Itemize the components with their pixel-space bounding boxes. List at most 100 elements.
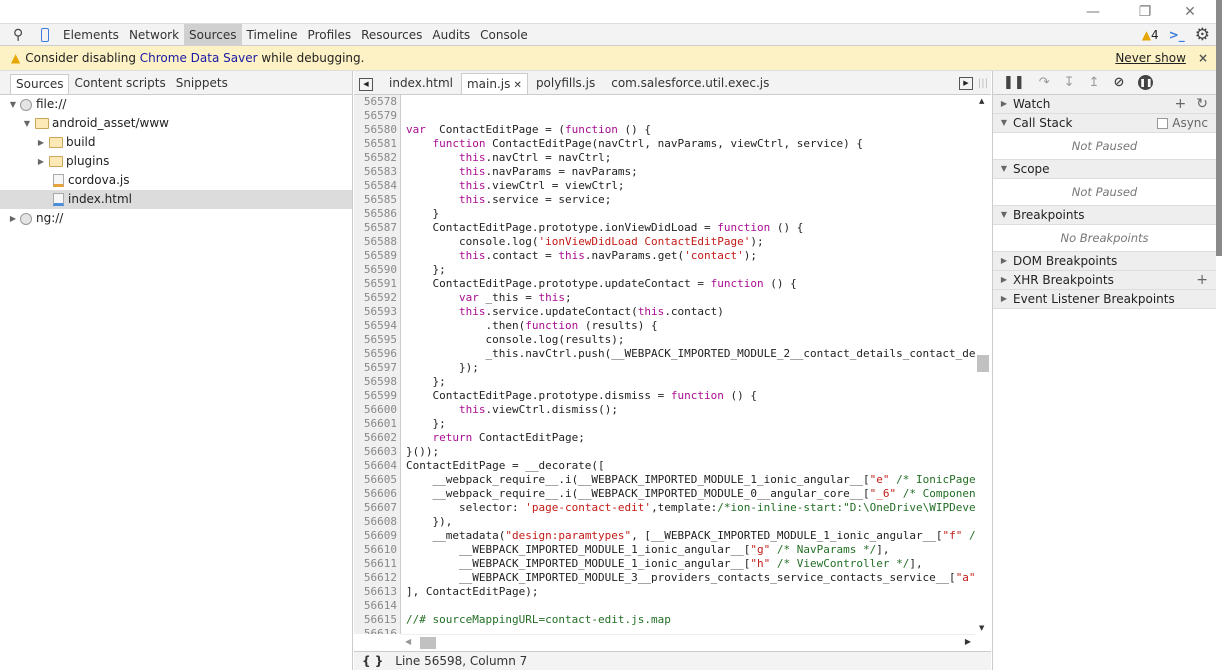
line-number[interactable]: 56594 xyxy=(354,319,401,333)
data-saver-link[interactable]: Chrome Data Saver xyxy=(140,51,258,65)
tree-item[interactable]: ▼ file:// xyxy=(0,95,352,114)
section-call-stack[interactable]: ▼ Call Stack Async xyxy=(993,114,1216,133)
minimize-button[interactable]: — xyxy=(1070,0,1116,23)
collapsed-triangle-icon[interactable]: ▶ xyxy=(36,152,46,171)
line-number[interactable]: 56613 xyxy=(354,585,401,599)
line-number[interactable]: 56582 xyxy=(354,151,401,165)
line-number[interactable]: 56581 xyxy=(354,137,401,151)
line-number[interactable]: 56586 xyxy=(354,207,401,221)
code-area[interactable]: 56578 56579 56580 var ContactEditPage = (fu… xyxy=(354,95,975,634)
line-number[interactable]: 56605 xyxy=(354,473,401,487)
console-drawer-icon[interactable]: >_ xyxy=(1169,28,1185,42)
scrollbar-thumb[interactable] xyxy=(977,355,989,372)
editor-tab[interactable]: index.html xyxy=(381,73,461,94)
tab-sources[interactable]: Sources xyxy=(184,23,242,46)
checkbox[interactable] xyxy=(1157,117,1169,129)
horizontal-scrollbar[interactable]: ◀ ▶ xyxy=(401,634,975,651)
step-out-icon[interactable]: ↥ xyxy=(1089,75,1100,90)
tab-audits[interactable]: Audits xyxy=(427,24,475,46)
line-number[interactable]: 56602 xyxy=(354,431,401,445)
collapsed-triangle-icon[interactable]: ▶ xyxy=(8,209,18,228)
line-number[interactable]: 56598 xyxy=(354,375,401,389)
line-number[interactable]: 56609 xyxy=(354,529,401,543)
scroll-up-icon[interactable]: ▲ xyxy=(979,97,984,105)
step-over-icon[interactable]: ↷ xyxy=(1039,75,1050,90)
editor-tab[interactable]: main.js ✕ xyxy=(460,73,528,94)
navigator-tab-content-scripts[interactable]: Content scripts xyxy=(69,74,170,94)
line-number[interactable]: 56591 xyxy=(354,277,401,291)
line-number[interactable]: 56580 xyxy=(354,123,401,137)
line-number[interactable]: 56584 xyxy=(354,179,401,193)
line-number[interactable]: 56595 xyxy=(354,333,401,347)
toggle-navigator-icon[interactable]: ◀ xyxy=(359,78,373,91)
line-number[interactable]: 56579 xyxy=(354,109,401,123)
tab-resources[interactable]: Resources xyxy=(356,24,427,46)
collapsed-triangle-icon[interactable]: ▶ xyxy=(36,133,46,152)
pretty-print-button[interactable]: { } xyxy=(362,654,383,668)
section-event-listener-breakpoints[interactable]: ▶ Event Listener Breakpoints xyxy=(993,290,1216,309)
settings-gear-icon[interactable]: ⚙ xyxy=(1195,25,1210,45)
device-mode-icon[interactable] xyxy=(41,27,49,42)
line-number[interactable]: 56593 xyxy=(354,305,401,319)
line-number[interactable]: 56587 xyxy=(354,221,401,235)
tree-item[interactable]: ▶ ng:// xyxy=(0,209,352,228)
line-number[interactable]: 56611 xyxy=(354,557,401,571)
tree-item[interactable]: cordova.js xyxy=(0,171,352,190)
tab-timeline[interactable]: Timeline xyxy=(242,24,303,46)
tab-network[interactable]: Network xyxy=(124,24,184,46)
line-number[interactable]: 56590 xyxy=(354,263,401,277)
search-icon[interactable]: ⚲ xyxy=(13,27,29,43)
pane-resizer-handle[interactable]: ||| xyxy=(978,78,988,89)
close-tab-icon[interactable]: ✕ xyxy=(510,80,522,91)
navigator-tab-sources[interactable]: Sources xyxy=(10,74,70,94)
tree-item[interactable]: index.html xyxy=(0,190,352,209)
pause-icon[interactable]: ❚❚ xyxy=(1003,75,1025,90)
line-number[interactable]: 56608 xyxy=(354,515,401,529)
section-scope[interactable]: ▼ Scope xyxy=(993,160,1216,179)
tab-console[interactable]: Console xyxy=(475,24,533,46)
line-number[interactable]: 56612 xyxy=(354,571,401,585)
line-number[interactable]: 56588 xyxy=(354,235,401,249)
close-infobar-button[interactable]: × xyxy=(1198,51,1208,65)
tab-elements[interactable]: Elements xyxy=(58,24,124,46)
line-number[interactable]: 56615 xyxy=(354,613,401,627)
line-number[interactable]: 56616 xyxy=(354,627,401,634)
line-number[interactable]: 56585 xyxy=(354,193,401,207)
scroll-right-icon[interactable]: ▶ xyxy=(965,637,971,646)
toggle-debugger-icon[interactable]: ▶ xyxy=(959,77,973,90)
add-icon[interactable]: + xyxy=(1196,272,1208,288)
async-checkbox[interactable]: Async xyxy=(1157,114,1208,132)
line-number[interactable]: 56578 xyxy=(354,95,401,109)
restore-button[interactable]: ❐ xyxy=(1122,0,1168,23)
line-number[interactable]: 56601 xyxy=(354,417,401,431)
line-number[interactable]: 56610 xyxy=(354,543,401,557)
line-number[interactable]: 56603 xyxy=(354,445,401,459)
vertical-scrollbar[interactable]: ▲ ▼ xyxy=(975,95,991,634)
line-number[interactable]: 56607 xyxy=(354,501,401,515)
tree-item[interactable]: ▶ plugins xyxy=(0,152,352,171)
add-icon[interactable]: + xyxy=(1175,96,1187,112)
hscrollbar-thumb[interactable] xyxy=(420,637,436,649)
warnings-indicator[interactable]: ▲4 xyxy=(1142,28,1159,42)
line-number[interactable]: 56600 xyxy=(354,403,401,417)
navigator-tab-snippets[interactable]: Snippets xyxy=(171,74,233,94)
tree-item[interactable]: ▼ android_asset/www xyxy=(0,114,352,133)
section-xhr-breakpoints[interactable]: ▶ XHR Breakpoints + xyxy=(993,271,1216,290)
section-watch[interactable]: ▶ Watch + ↻ xyxy=(993,95,1216,114)
expanded-triangle-icon[interactable]: ▼ xyxy=(22,114,32,133)
editor-tab[interactable]: com.salesforce.util.exec.js xyxy=(603,73,777,94)
step-into-icon[interactable]: ↧ xyxy=(1064,75,1075,90)
deactivate-breakpoints-icon[interactable]: ⊘ xyxy=(1114,75,1125,90)
line-number[interactable]: 56597 xyxy=(354,361,401,375)
refresh-icon[interactable]: ↻ xyxy=(1196,96,1208,112)
section-dom-breakpoints[interactable]: ▶ DOM Breakpoints xyxy=(993,252,1216,271)
tree-item[interactable]: ▶ build xyxy=(0,133,352,152)
section-breakpoints[interactable]: ▼ Breakpoints xyxy=(993,206,1216,225)
tab-profiles[interactable]: Profiles xyxy=(303,24,357,46)
never-show-link[interactable]: Never show xyxy=(1115,51,1186,65)
close-window-button[interactable]: ✕ xyxy=(1167,0,1213,23)
editor-tab[interactable]: polyfills.js xyxy=(528,73,603,94)
line-number[interactable]: 56589 xyxy=(354,249,401,263)
pause-on-exceptions-icon[interactable]: ❚❚ xyxy=(1138,75,1154,90)
expanded-triangle-icon[interactable]: ▼ xyxy=(8,95,18,114)
